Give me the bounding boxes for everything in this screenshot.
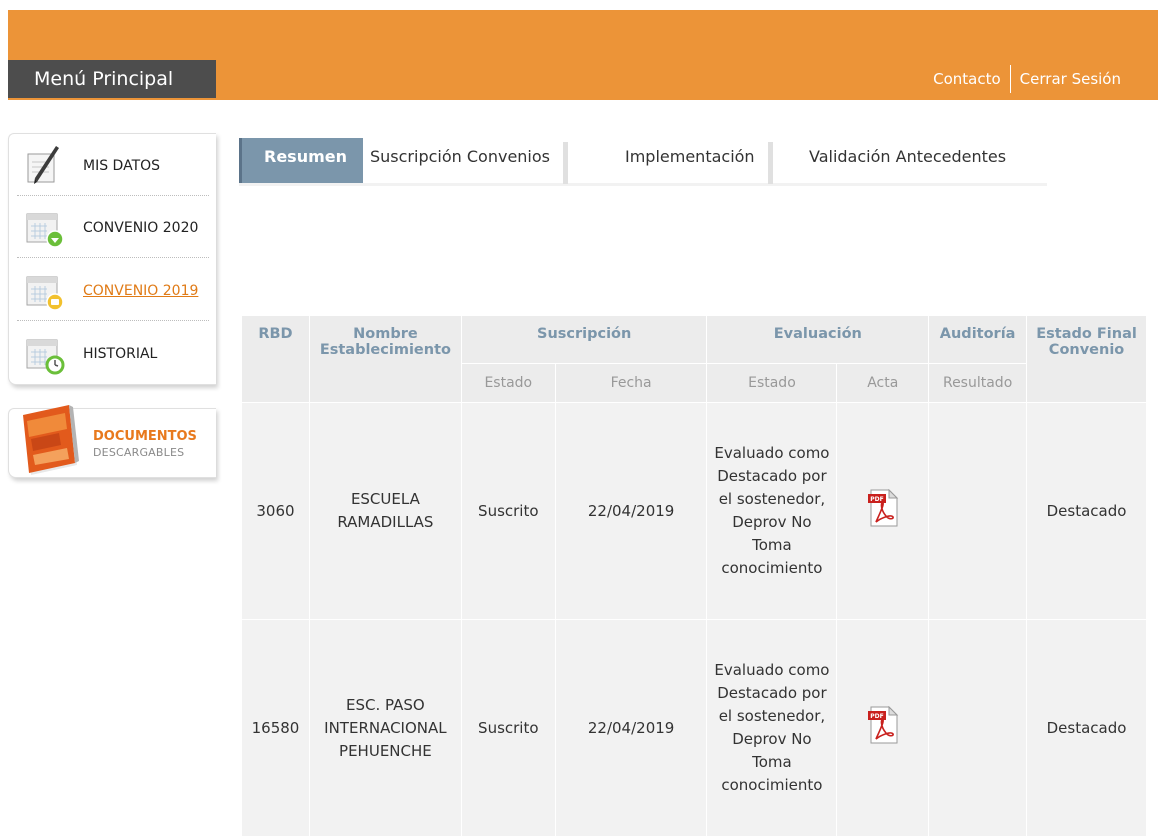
logout-link[interactable]: Cerrar Sesión [1020, 70, 1121, 88]
subheader-estado: Estado [706, 363, 838, 403]
cell-susc-fecha: 22/04/2019 [554, 619, 708, 837]
cell-auditoria [928, 402, 1028, 620]
header-auditoria: Auditoría [928, 315, 1028, 364]
cell-nombre: ESC. PASO INTERNACIONAL PEHUENCHE [308, 619, 462, 837]
tab-divider [767, 142, 773, 184]
cell-susc-estado: Suscrito [460, 402, 556, 620]
sidebar-item-convenio-2020[interactable]: CONVENIO 2020 [17, 198, 209, 258]
calendar-green-icon [26, 213, 64, 248]
sidebar-item-convenio-2019[interactable]: CONVENIO 2019 [17, 261, 209, 321]
cell-susc-estado: Suscrito [460, 619, 556, 837]
subheader-fecha: Fecha [554, 363, 708, 403]
subheader-resultado: Resultado [928, 363, 1028, 403]
sidebar-item-label: MIS DATOS [83, 157, 161, 174]
tab-label: Suscripción Convenios [370, 147, 550, 166]
cell-acta[interactable]: PDF [836, 619, 930, 837]
contact-link[interactable]: Contacto [933, 70, 1001, 88]
docs-title: DOCUMENTOS [93, 429, 197, 444]
pdf-icon[interactable]: PDF [867, 488, 899, 527]
sidebar-item-label: CONVENIO 2020 [83, 219, 199, 236]
cell-susc-fecha: 22/04/2019 [554, 402, 708, 620]
calendar-yellow-icon [26, 276, 64, 311]
subheader-estado: Estado [460, 363, 556, 403]
sidebar-item-label: CONVENIO 2019 [83, 282, 199, 299]
cell-rbd: 3060 [241, 402, 310, 620]
documentos-descargables-button[interactable]: DOCUMENTOS DESCARGABLES [8, 405, 216, 478]
cell-nombre: ESCUELA RAMADILLAS [308, 402, 462, 620]
table-row: 3060 ESCUELA RAMADILLAS Suscrito 22/04/2… [241, 402, 1147, 620]
subheader-acta: Acta [836, 363, 930, 403]
header-evaluacion: Evaluación [706, 315, 930, 364]
tab-divider [563, 142, 568, 184]
cell-auditoria [928, 619, 1028, 837]
tab-validacion-antecedentes[interactable]: Validación Antecedentes [809, 138, 1006, 183]
header-nombre: Nombre Establecimiento [308, 315, 462, 403]
menu-principal-title: Menú Principal [8, 60, 216, 98]
pencil-note-icon [27, 145, 59, 184]
cell-estado-final: Destacado [1026, 619, 1147, 837]
cell-acta[interactable]: PDF [836, 402, 930, 620]
documents-book-icon [23, 405, 79, 475]
calendar-clock-icon [26, 339, 65, 375]
header-links: Contacto Cerrar Sesión [933, 60, 1121, 98]
pdf-icon[interactable]: PDF [867, 705, 899, 744]
tab-label: Validación Antecedentes [809, 147, 1007, 166]
cell-estado-final: Destacado [1026, 402, 1147, 620]
convenio-summary-table: RBD Nombre Establecimiento Suscripción E… [241, 315, 1147, 837]
cell-eval-estado: Evaluado como Destacado por el sostenedo… [706, 402, 838, 620]
sidebar-item-mis-datos[interactable]: MIS DATOS [17, 136, 209, 196]
docs-subtitle: DESCARGABLES [93, 446, 185, 459]
tab-suscripcion-convenios[interactable]: Suscripción Convenios [370, 138, 568, 184]
header-estado-final: Estado Final Convenio [1026, 315, 1147, 403]
svg-text:PDF: PDF [870, 713, 883, 720]
header-rbd: RBD [241, 315, 310, 403]
tab-implementacion[interactable]: Implementación [625, 138, 773, 184]
tab-resumen[interactable]: Resumen [239, 138, 363, 183]
sidebar-menu: MIS DATOS CONVENIO 2020 CONVENIO 2019 HI… [8, 133, 216, 385]
sidebar-item-label: HISTORIAL [83, 346, 158, 362]
table-row: 16580 ESC. PASO INTERNACIONAL PEHUENCHE … [241, 619, 1147, 837]
svg-text:PDF: PDF [870, 496, 883, 503]
header-link-divider [1009, 65, 1011, 93]
cell-eval-estado: Evaluado como Destacado por el sostenedo… [706, 619, 838, 837]
sidebar-item-historial[interactable]: HISTORIAL [17, 324, 209, 384]
tab-label: Implementación [625, 147, 755, 166]
tab-bar: Resumen Suscripción Convenios Implementa… [239, 138, 1047, 186]
header-suscripcion: Suscripción [460, 315, 708, 364]
cell-rbd: 16580 [241, 619, 310, 837]
